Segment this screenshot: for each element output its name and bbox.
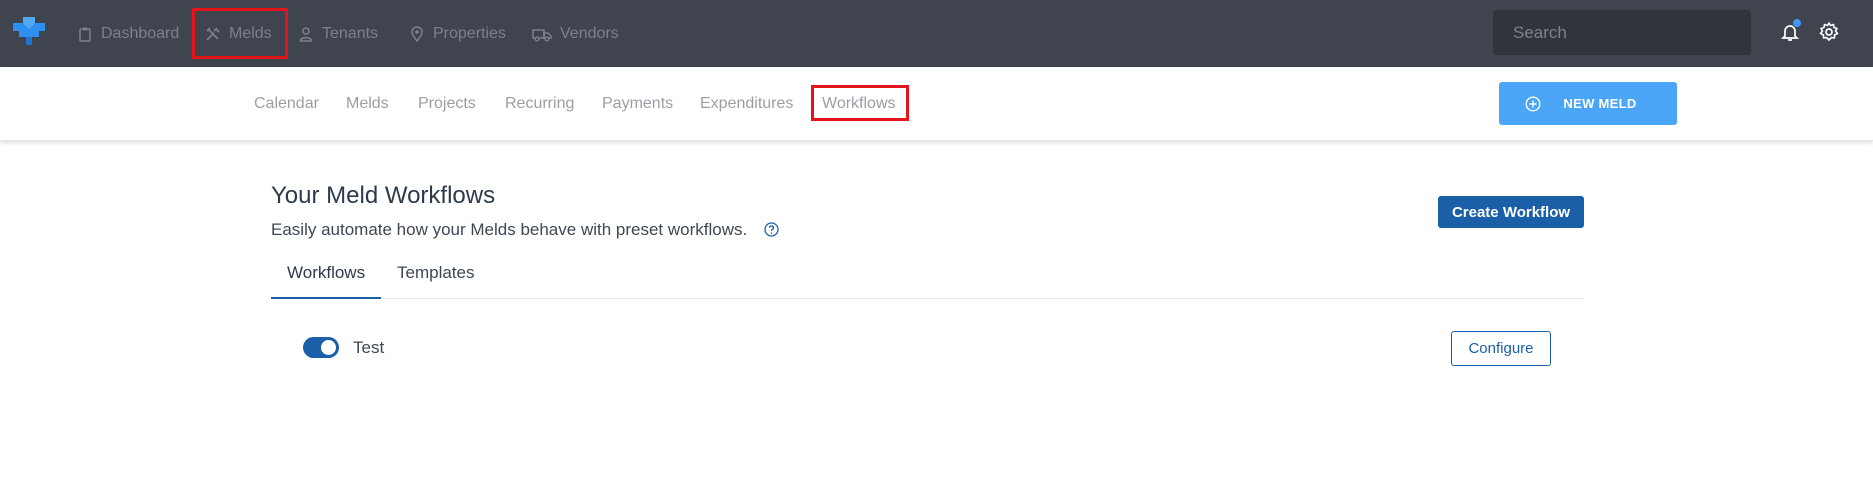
top-navigation-bar: Dashboard Melds Tenants Properties Vendo… bbox=[0, 0, 1873, 67]
configure-button[interactable]: Configure bbox=[1451, 331, 1551, 366]
property-meld-logo-icon[interactable] bbox=[13, 17, 45, 45]
workflow-enabled-toggle[interactable] bbox=[303, 337, 339, 358]
workflow-row: Test Configure bbox=[271, 330, 1584, 370]
nav-vendors[interactable]: Vendors bbox=[532, 0, 619, 67]
help-icon[interactable] bbox=[764, 222, 779, 237]
tab-templates[interactable]: Templates bbox=[397, 263, 474, 299]
tab-workflows[interactable]: Workflows bbox=[271, 263, 381, 299]
nav-dashboard-label: Dashboard bbox=[101, 24, 180, 42]
workflow-name: Test bbox=[353, 338, 385, 357]
search-input[interactable] bbox=[1493, 10, 1751, 55]
nav-tenants-label: Tenants bbox=[322, 24, 379, 42]
gear-icon[interactable] bbox=[1818, 21, 1840, 43]
new-meld-button[interactable]: NEW MELD bbox=[1499, 82, 1677, 125]
workflow-tabs: Workflows Templates bbox=[271, 263, 1584, 299]
truck-icon bbox=[532, 26, 552, 42]
clipboard-icon bbox=[77, 26, 93, 42]
subnav-recurring[interactable]: Recurring bbox=[505, 67, 574, 141]
nav-properties-label: Properties bbox=[433, 24, 506, 42]
page-subtitle: Easily automate how your Melds behave wi… bbox=[271, 220, 748, 239]
subnav-calendar[interactable]: Calendar bbox=[254, 67, 319, 141]
page-title: Your Meld Workflows bbox=[271, 182, 496, 209]
subnav-melds[interactable]: Melds bbox=[346, 67, 389, 141]
melds-subnavigation: Calendar Melds Projects Recurring Paymen… bbox=[0, 67, 1873, 141]
subnav-expenditures[interactable]: Expenditures bbox=[700, 67, 793, 141]
nav-tenants[interactable]: Tenants bbox=[298, 0, 378, 67]
map-pin-icon bbox=[409, 25, 425, 42]
highlight-box-melds bbox=[192, 8, 288, 59]
nav-vendors-label: Vendors bbox=[560, 24, 619, 42]
person-icon bbox=[298, 26, 314, 42]
notification-dot bbox=[1793, 19, 1801, 27]
toggle-knob bbox=[321, 340, 336, 355]
highlight-box-workflows bbox=[811, 85, 909, 121]
nav-dashboard[interactable]: Dashboard bbox=[77, 0, 179, 67]
plus-circle-icon bbox=[1525, 95, 1541, 112]
nav-properties[interactable]: Properties bbox=[409, 0, 506, 67]
create-workflow-button[interactable]: Create Workflow bbox=[1438, 196, 1584, 228]
subnav-projects[interactable]: Projects bbox=[418, 67, 476, 141]
subnav-payments[interactable]: Payments bbox=[602, 67, 673, 141]
new-meld-label: NEW MELD bbox=[1563, 96, 1637, 111]
